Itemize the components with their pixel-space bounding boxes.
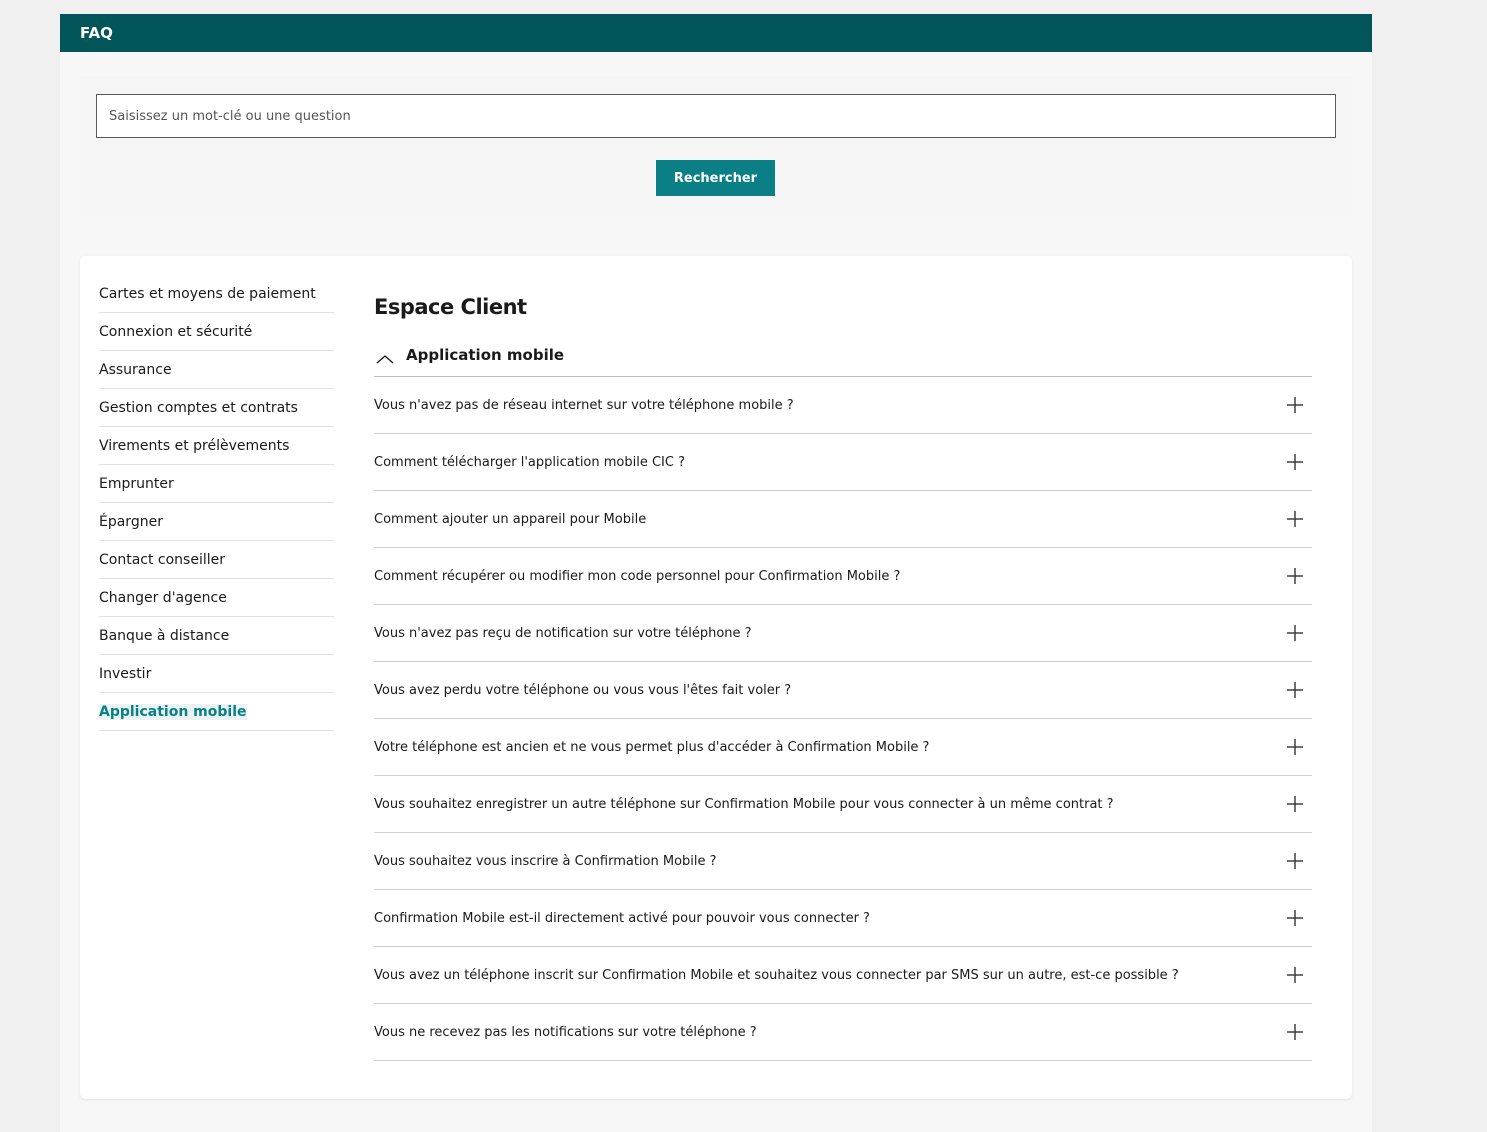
category-sidebar: Cartes et moyens de paiement Connexion et… xyxy=(99,275,334,731)
sidebar-item[interactable]: Épargner xyxy=(99,503,334,541)
faq-question-row[interactable]: Confirmation Mobile est-il directement a… xyxy=(374,890,1312,947)
faq-question-row[interactable]: Vous n'avez pas reçu de notification sur… xyxy=(374,605,1312,662)
faq-question-text: Confirmation Mobile est-il directement a… xyxy=(374,910,870,926)
faq-main: Espace Client Application mobile Vous n'… xyxy=(374,292,1312,1061)
faq-question-text: Comment ajouter un appareil pour Mobile xyxy=(374,511,647,527)
faq-question-row[interactable]: Comment télécharger l'application mobile… xyxy=(374,434,1312,491)
faq-question-row[interactable]: Vous souhaitez enregistrer un autre télé… xyxy=(374,776,1312,833)
sidebar-item[interactable]: Assurance xyxy=(99,351,334,389)
sidebar-item-label: Investir xyxy=(99,666,152,682)
faq-question-text: Comment récupérer ou modifier mon code p… xyxy=(374,568,901,584)
faq-question-row[interactable]: Vous avez un téléphone inscrit sur Confi… xyxy=(374,947,1312,1004)
faq-question-row[interactable]: Vous souhaitez vous inscrire à Confirmat… xyxy=(374,833,1312,890)
sidebar-item-label: Emprunter xyxy=(99,476,174,492)
plus-icon[interactable] xyxy=(1287,397,1303,413)
faq-question-row[interactable]: Comment ajouter un appareil pour Mobile xyxy=(374,491,1312,548)
faq-question-text: Vous n'avez pas reçu de notification sur… xyxy=(374,625,752,641)
sidebar-item-label: Application mobile xyxy=(99,704,247,720)
chevron-up-icon xyxy=(376,355,394,364)
search-panel: Rechercher xyxy=(80,76,1352,216)
sidebar-item-label: Contact conseiller xyxy=(99,552,225,568)
search-button[interactable]: Rechercher xyxy=(656,160,775,196)
sidebar-item-label: Banque à distance xyxy=(99,628,230,644)
sidebar-item[interactable]: Cartes et moyens de paiement xyxy=(99,275,334,313)
faq-question-row[interactable]: Vous n'avez pas de réseau internet sur v… xyxy=(374,377,1312,434)
group-header-application-mobile[interactable]: Application mobile xyxy=(374,342,1312,377)
sidebar-item-label: Connexion et sécurité xyxy=(99,324,253,340)
faq-question-text: Votre téléphone est ancien et ne vous pe… xyxy=(374,739,930,755)
plus-icon[interactable] xyxy=(1287,853,1303,869)
faq-page: FAQ Rechercher Cartes et moyens de paiem… xyxy=(60,14,1372,1132)
faq-question-list: Vous n'avez pas de réseau internet sur v… xyxy=(374,377,1312,1061)
faq-header: FAQ xyxy=(60,14,1372,52)
faq-question-row[interactable]: Comment récupérer ou modifier mon code p… xyxy=(374,548,1312,605)
faq-content-card: Cartes et moyens de paiement Connexion et… xyxy=(80,256,1352,1099)
plus-icon[interactable] xyxy=(1287,739,1303,755)
plus-icon[interactable] xyxy=(1287,568,1303,584)
faq-question-text: Vous avez perdu votre téléphone ou vous … xyxy=(374,682,792,698)
plus-icon[interactable] xyxy=(1287,1024,1303,1040)
faq-question-row[interactable]: Vous avez perdu votre téléphone ou vous … xyxy=(374,662,1312,719)
plus-icon[interactable] xyxy=(1287,511,1303,527)
faq-question-text: Vous souhaitez enregistrer un autre télé… xyxy=(374,796,1114,812)
faq-question-text: Vous avez un téléphone inscrit sur Confi… xyxy=(374,967,1179,983)
sidebar-item[interactable]: Contact conseiller xyxy=(99,541,334,579)
plus-icon[interactable] xyxy=(1287,796,1303,812)
plus-icon[interactable] xyxy=(1287,910,1303,926)
faq-question-text: Vous souhaitez vous inscrire à Confirmat… xyxy=(374,853,717,869)
group-label: Application mobile xyxy=(406,346,565,364)
faq-header-title: FAQ xyxy=(80,24,113,42)
search-input[interactable] xyxy=(96,94,1336,138)
plus-icon[interactable] xyxy=(1287,625,1303,641)
sidebar-item-label: Assurance xyxy=(99,362,172,378)
sidebar-item-label: Gestion comptes et contrats xyxy=(99,400,298,416)
sidebar-item[interactable]: Gestion comptes et contrats xyxy=(99,389,334,427)
sidebar-item-label: Virements et prélèvements xyxy=(99,438,290,454)
sidebar-item[interactable]: Application mobile xyxy=(99,693,334,731)
plus-icon[interactable] xyxy=(1287,967,1303,983)
faq-question-row[interactable]: Votre téléphone est ancien et ne vous pe… xyxy=(374,719,1312,776)
sidebar-item[interactable]: Emprunter xyxy=(99,465,334,503)
faq-question-text: Vous n'avez pas de réseau internet sur v… xyxy=(374,397,794,413)
plus-icon[interactable] xyxy=(1287,682,1303,698)
sidebar-item[interactable]: Changer d'agence xyxy=(99,579,334,617)
faq-question-row[interactable]: Vous ne recevez pas les notifications su… xyxy=(374,1004,1312,1061)
plus-icon[interactable] xyxy=(1287,454,1303,470)
sidebar-item[interactable]: Investir xyxy=(99,655,334,693)
sidebar-item[interactable]: Banque à distance xyxy=(99,617,334,655)
faq-question-text: Vous ne recevez pas les notifications su… xyxy=(374,1024,757,1040)
section-title: Espace Client xyxy=(374,295,527,319)
sidebar-item-label: Cartes et moyens de paiement xyxy=(99,286,316,302)
sidebar-item[interactable]: Virements et prélèvements xyxy=(99,427,334,465)
sidebar-item-label: Changer d'agence xyxy=(99,590,227,606)
sidebar-item-label: Épargner xyxy=(99,514,163,530)
faq-question-text: Comment télécharger l'application mobile… xyxy=(374,454,685,470)
sidebar-item[interactable]: Connexion et sécurité xyxy=(99,313,334,351)
